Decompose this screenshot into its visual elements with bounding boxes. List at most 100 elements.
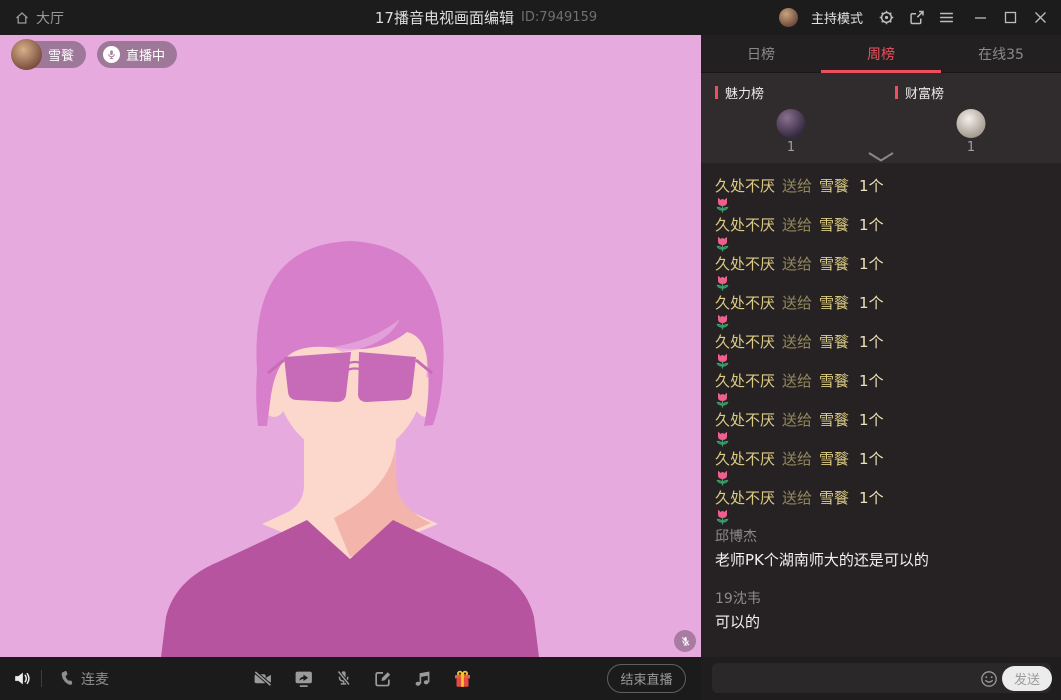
phone-icon <box>58 670 75 687</box>
gift-action: 送给 <box>782 450 812 468</box>
gift-action: 送给 <box>782 333 812 351</box>
chevron-down-icon[interactable] <box>868 152 894 162</box>
live-status-badge: 直播中 <box>97 41 177 68</box>
gift-amount: 1个 <box>859 294 884 312</box>
gift-sender[interactable]: 久处不厌 <box>715 372 775 390</box>
gift-sender[interactable]: 久处不厌 <box>715 333 775 351</box>
tulip-gift-icon <box>715 509 730 526</box>
live-label: 直播中 <box>126 45 165 64</box>
gift-amount: 1个 <box>859 411 884 429</box>
gift-receiver[interactable]: 雪餮 <box>819 450 849 468</box>
music-icon[interactable] <box>413 669 431 688</box>
home-icon <box>14 10 30 26</box>
smiley-icon[interactable] <box>980 670 998 688</box>
gift-receiver[interactable]: 雪餮 <box>819 372 849 390</box>
chat-input[interactable] <box>712 663 1051 693</box>
gift-message: 久处不厌送给雪餮 1个 <box>715 214 1051 236</box>
app-window: 大厅 17播音电视画面编辑 ID:7949159 主持模式 <box>0 0 1061 700</box>
mic-muted-icon <box>679 635 692 648</box>
window-title: 17播音电视画面编辑 ID:7949159 <box>375 0 597 35</box>
gift-sender[interactable]: 久处不厌 <box>715 489 775 507</box>
tab-weekly[interactable]: 周榜 <box>821 35 941 72</box>
toolbar-divider <box>41 670 42 687</box>
streamer-avatar-illustration <box>0 35 701 657</box>
gift-receiver[interactable]: 雪餮 <box>819 216 849 234</box>
message-text: 老师PK个湖南师大的还是可以的 <box>715 549 1051 571</box>
gift-message: 久处不厌送给雪餮1个 <box>715 292 1051 314</box>
gift-amount: 1个 <box>859 333 884 351</box>
gift-message: 久处不厌送给雪餮 1个 <box>715 487 1051 509</box>
gift-receiver[interactable]: 雪餮 <box>819 333 849 351</box>
gift-action: 送给 <box>782 255 812 273</box>
popout-icon[interactable] <box>908 9 925 26</box>
maximize-icon[interactable] <box>1004 11 1017 24</box>
ranking-section: 魅力榜 1 财富榜 1 <box>701 73 1061 163</box>
streamer-name: 雪餮 <box>48 45 74 64</box>
gift-message: 久处不厌送给雪餮 1个 <box>715 370 1051 392</box>
gift-action: 送给 <box>782 411 812 429</box>
tab-online[interactable]: 在线35 <box>941 35 1061 72</box>
user-message: 邱博杰 老师PK个湖南师大的还是可以的 <box>715 526 1051 571</box>
screen-share-icon[interactable] <box>294 669 314 688</box>
home-button[interactable]: 大厅 <box>0 8 64 28</box>
gift-action: 送给 <box>782 177 812 195</box>
message-text: 可以的 <box>715 611 1051 633</box>
gift-amount: 1个 <box>859 489 884 507</box>
mic-off-icon[interactable] <box>335 669 352 688</box>
gift-receiver[interactable]: 雪餮 <box>819 177 849 195</box>
user-avatar[interactable] <box>779 8 798 27</box>
menu-icon[interactable] <box>938 9 955 26</box>
tab-daily[interactable]: 日榜 <box>701 35 821 72</box>
gift-receiver[interactable]: 雪餮 <box>819 411 849 429</box>
gift-sender[interactable]: 久处不厌 <box>715 255 775 273</box>
gift-sender[interactable]: 久处不厌 <box>715 216 775 234</box>
tulip-gift-icon <box>715 197 730 214</box>
composer: 发送 <box>701 657 1061 700</box>
gift-receiver[interactable]: 雪餮 <box>819 294 849 312</box>
charm-title: 魅力榜 <box>725 83 764 102</box>
streamer-avatar <box>11 39 42 70</box>
gift-message: 久处不厌送给雪餮1个 <box>715 448 1051 470</box>
tulip-gift-icon <box>715 392 730 409</box>
close-icon[interactable] <box>1034 11 1047 24</box>
gift-amount: 1个 <box>859 372 884 390</box>
gift-icon[interactable] <box>452 669 473 689</box>
gift-receiver[interactable]: 雪餮 <box>819 489 849 507</box>
settings-gear-icon[interactable] <box>878 9 895 26</box>
send-button[interactable]: 发送 <box>1002 666 1052 691</box>
gift-action: 送给 <box>782 489 812 507</box>
bottom-toolbar: 连麦 <box>0 657 1061 700</box>
gift-sender[interactable]: 久处不厌 <box>715 411 775 429</box>
page-title: 17播音电视画面编辑 <box>375 7 514 28</box>
message-username[interactable]: 19沈韦 <box>715 588 1051 610</box>
charm-rank1-number: 1 <box>701 140 881 155</box>
charm-rank1-avatar[interactable] <box>777 109 806 138</box>
user-message: 19沈韦 可以的 <box>715 588 1051 633</box>
tulip-gift-icon <box>715 353 730 370</box>
minimize-icon[interactable] <box>974 11 987 24</box>
gift-action: 送给 <box>782 216 812 234</box>
gift-sender[interactable]: 久处不厌 <box>715 450 775 468</box>
message-username[interactable]: 邱博杰 <box>715 526 1051 548</box>
speaker-icon[interactable] <box>12 669 31 688</box>
edit-icon[interactable] <box>373 669 392 688</box>
wealth-rank1-avatar[interactable] <box>957 109 986 138</box>
connect-mic-button[interactable]: 连麦 <box>58 657 109 700</box>
chat-message-list: 久处不厌送给雪餮1个 久处不厌送给雪餮1个 久处不厌送给雪餮1个 久处不厌送给雪… <box>701 163 1061 657</box>
gift-action: 送给 <box>782 372 812 390</box>
wealth-ranking: 财富榜 1 <box>881 73 1061 163</box>
end-stream-button[interactable]: 结束直播 <box>607 664 686 693</box>
side-panel: 日榜 周榜 在线35 魅力榜 1 财富榜 <box>701 35 1061 657</box>
gift-sender[interactable]: 久处不厌 <box>715 294 775 312</box>
gift-message-group: 久处不厌送给雪餮1个 久处不厌送给雪餮1个 久处不厌送给雪餮1个 久处不厌送给雪… <box>715 175 1051 509</box>
gift-amount: 1个 <box>859 216 884 234</box>
gift-message: 久处不厌送给雪餮 1个 <box>715 331 1051 353</box>
mic-icon <box>103 46 120 63</box>
ranking-tabs: 日榜 周榜 在线35 <box>701 35 1061 73</box>
camera-off-icon[interactable] <box>253 669 273 688</box>
streamer-badge[interactable]: 雪餮 <box>12 41 86 68</box>
gift-receiver[interactable]: 雪餮 <box>819 255 849 273</box>
host-mode-label: 主持模式 <box>811 8 863 27</box>
gift-sender[interactable]: 久处不厌 <box>715 177 775 195</box>
gift-amount: 1个 <box>859 255 884 273</box>
